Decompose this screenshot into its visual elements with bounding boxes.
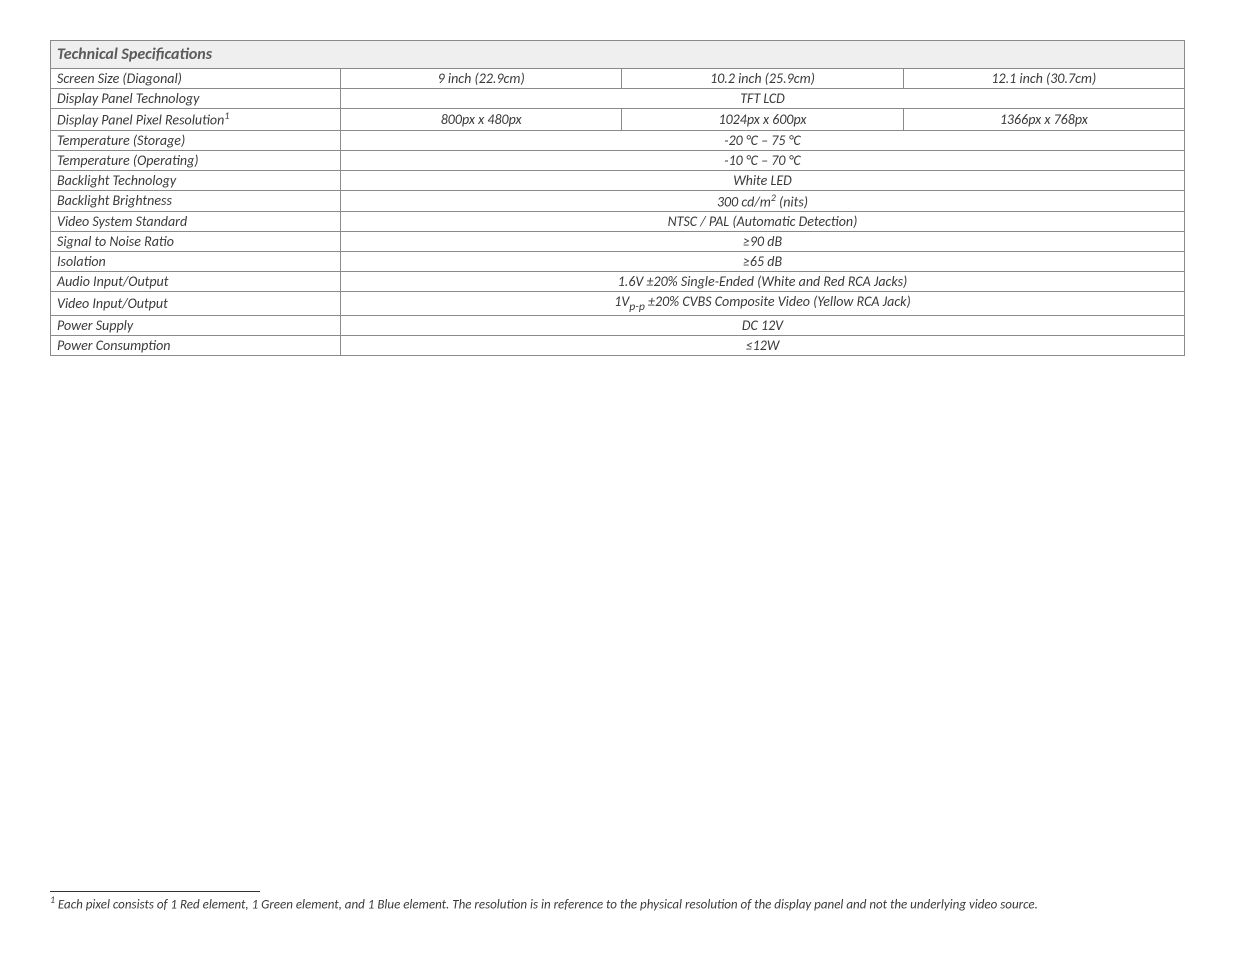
spec-value: 9 inch (22.9cm) xyxy=(341,69,622,89)
spec-value: 800px x 480px xyxy=(341,109,622,131)
spec-label: Video System Standard xyxy=(51,212,341,232)
spec-value: NTSC / PAL (Automatic Detection) xyxy=(341,212,1185,232)
unit-sub: p-p xyxy=(629,300,645,314)
table-row: Temperature (Operating) -10 °C – 70 °C xyxy=(51,150,1185,170)
footnote-text: 1 Each pixel consists of 1 Red element, … xyxy=(50,894,1185,914)
table-row: Backlight Brightness 300 cd/m2 (nits) xyxy=(51,190,1185,212)
table-row: Isolation ≥65 dB xyxy=(51,252,1185,272)
spec-label: Screen Size (Diagonal) xyxy=(51,69,341,89)
table-row: Audio Input/Output 1.6V ±20% Single-Ende… xyxy=(51,272,1185,292)
spec-value: 10.2 inch (25.9cm) xyxy=(622,69,903,89)
spec-value: TFT LCD xyxy=(341,89,1185,109)
value-suffix: (nits) xyxy=(776,193,808,210)
spec-label: Temperature (Storage) xyxy=(51,130,341,150)
spec-label: Power Consumption xyxy=(51,336,341,356)
spec-value: DC 12V xyxy=(341,316,1185,336)
spec-label: Temperature (Operating) xyxy=(51,150,341,170)
table-row: Power Supply DC 12V xyxy=(51,316,1185,336)
table-row: Power Consumption ≤12W xyxy=(51,336,1185,356)
footnote-separator xyxy=(50,891,260,892)
value-text: 300 cd/m xyxy=(717,193,771,210)
spec-label: Isolation xyxy=(51,252,341,272)
spec-label: Video Input/Output xyxy=(51,292,341,316)
table-row: Video System Standard NTSC / PAL (Automa… xyxy=(51,212,1185,232)
footnote-body: Each pixel consists of 1 Red element, 1 … xyxy=(55,897,1038,912)
spec-value: 1024px x 600px xyxy=(622,109,903,131)
spec-value: ≤12W xyxy=(341,336,1185,356)
table-row: Temperature (Storage) -20 °C – 75 °C xyxy=(51,130,1185,150)
table-row: Display Panel Technology TFT LCD xyxy=(51,89,1185,109)
label-text: Display Panel Pixel Resolution xyxy=(57,112,224,129)
spec-value: 1366px x 768px xyxy=(903,109,1184,131)
table-row: Screen Size (Diagonal) 9 inch (22.9cm) 1… xyxy=(51,69,1185,89)
spec-label: Display Panel Technology xyxy=(51,89,341,109)
spec-label: Display Panel Pixel Resolution1 xyxy=(51,109,341,131)
table-row: Backlight Technology White LED xyxy=(51,170,1185,190)
specifications-table: Technical Specifications Screen Size (Di… xyxy=(50,40,1185,356)
spec-label: Audio Input/Output xyxy=(51,272,341,292)
spec-label: Backlight Brightness xyxy=(51,190,341,212)
spec-value: 300 cd/m2 (nits) xyxy=(341,190,1185,212)
spec-value: -10 °C – 70 °C xyxy=(341,150,1185,170)
spec-value: White LED xyxy=(341,170,1185,190)
table-row: Display Panel Pixel Resolution1 800px x … xyxy=(51,109,1185,131)
spec-label: Backlight Technology xyxy=(51,170,341,190)
spec-value: 1Vp-p ±20% CVBS Composite Video (Yellow … xyxy=(341,292,1185,316)
spec-value: ≥90 dB xyxy=(341,232,1185,252)
spec-value: ≥65 dB xyxy=(341,252,1185,272)
spec-value: 1.6V ±20% Single-Ended (White and Red RC… xyxy=(341,272,1185,292)
spec-label: Signal to Noise Ratio xyxy=(51,232,341,252)
spec-value: 12.1 inch (30.7cm) xyxy=(903,69,1184,89)
footnote-ref: 1 xyxy=(224,110,229,122)
table-row: Signal to Noise Ratio ≥90 dB xyxy=(51,232,1185,252)
table-header: Technical Specifications xyxy=(51,41,1185,69)
value-suffix: ±20% CVBS Composite Video (Yellow RCA Ja… xyxy=(645,293,911,310)
spec-label: Power Supply xyxy=(51,316,341,336)
spec-value: -20 °C – 75 °C xyxy=(341,130,1185,150)
footnote-area: 1 Each pixel consists of 1 Red element, … xyxy=(50,891,1185,914)
table-row: Video Input/Output 1Vp-p ±20% CVBS Compo… xyxy=(51,292,1185,316)
value-text: 1V xyxy=(614,293,629,310)
